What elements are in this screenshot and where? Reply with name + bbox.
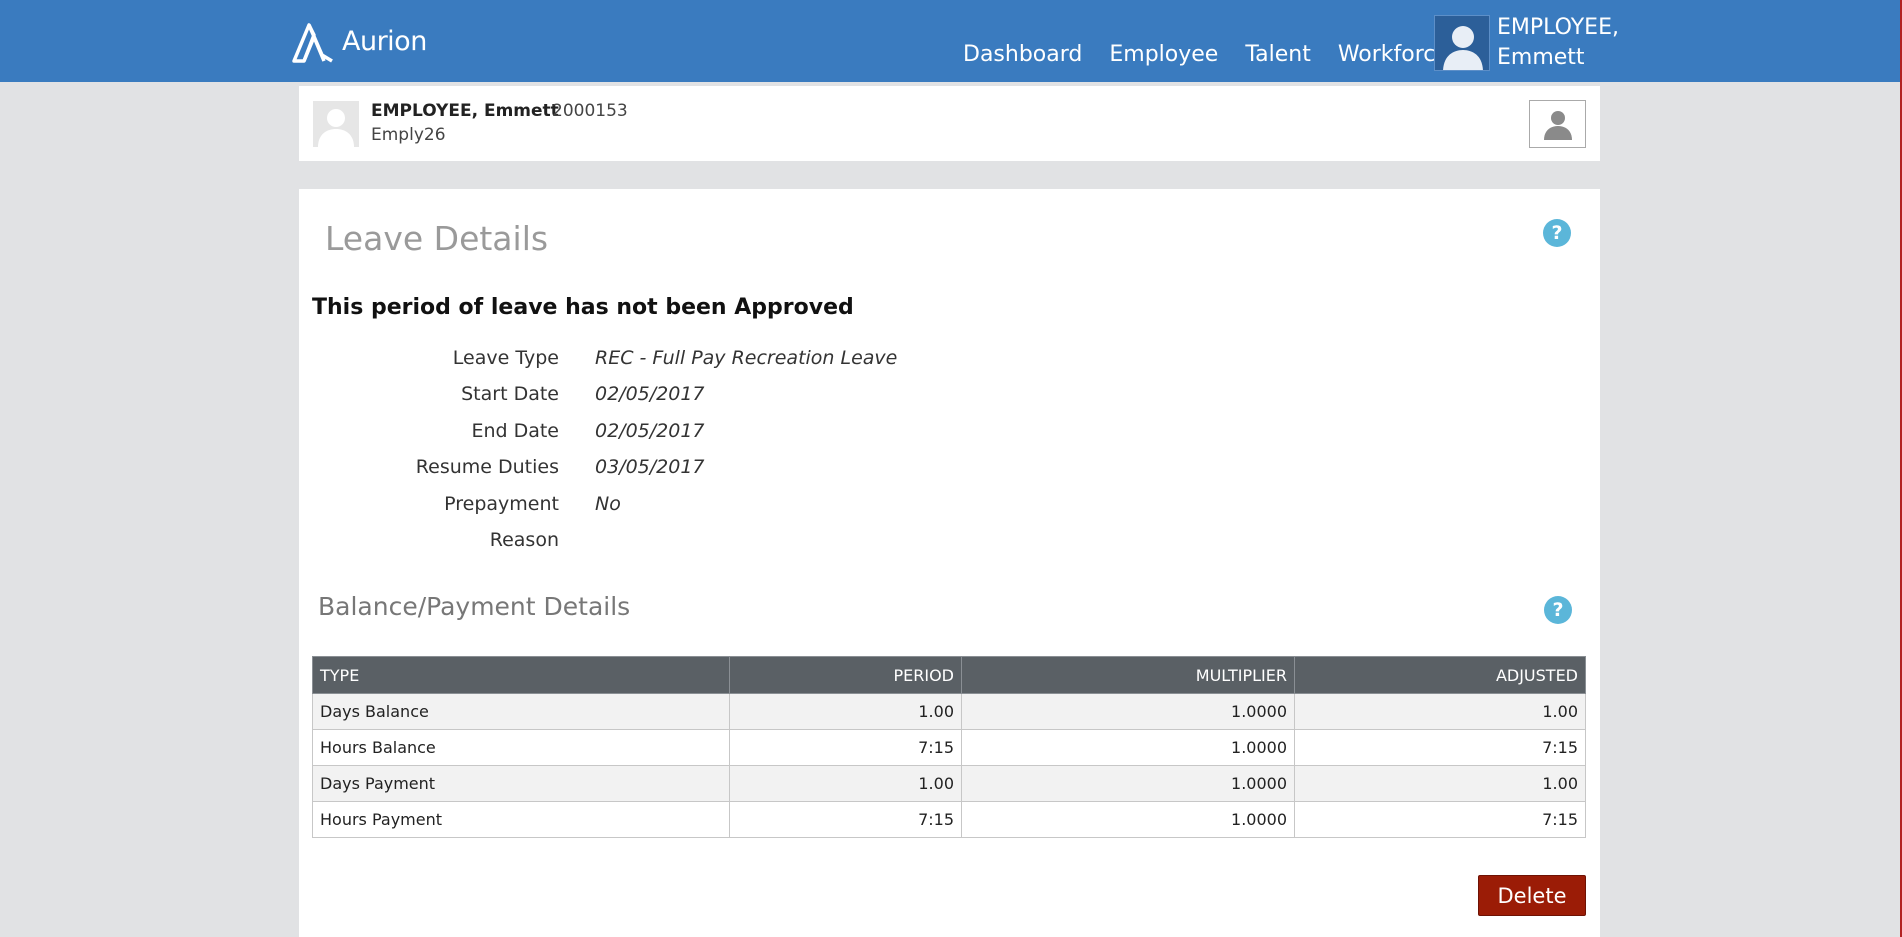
- cell-period: 1.00: [729, 765, 962, 802]
- table-row: Hours Balance 7:15 1.0000 7:15: [312, 729, 1586, 766]
- approval-status-message: This period of leave has not been Approv…: [312, 295, 854, 320]
- cell-type: Days Balance: [312, 693, 730, 730]
- field-reason: Reason: [299, 529, 1099, 559]
- employee-header: EMPLOYEE, Emmett 2000153 Emply26: [299, 86, 1600, 161]
- employee-id: 2000153: [552, 101, 628, 121]
- field-value: 02/05/2017: [595, 383, 705, 405]
- help-icon[interactable]: ?: [1543, 219, 1571, 247]
- nav-dashboard[interactable]: Dashboard: [963, 42, 1082, 67]
- column-header-multiplier: MULTIPLIER: [961, 656, 1295, 694]
- cell-multiplier: 1.0000: [961, 729, 1295, 766]
- column-header-period: PERIOD: [729, 656, 962, 694]
- cell-period: 7:15: [729, 729, 962, 766]
- field-label: Leave Type: [452, 347, 559, 369]
- cell-multiplier: 1.0000: [961, 693, 1295, 730]
- table-row: Hours Payment 7:15 1.0000 7:15: [312, 801, 1586, 838]
- help-icon[interactable]: ?: [1544, 596, 1572, 624]
- field-label: End Date: [471, 420, 559, 442]
- leave-details-panel: Leave Details ? This period of leave has…: [299, 189, 1600, 937]
- logo-text: Aurion: [342, 25, 427, 57]
- field-resume-duties: Resume Duties 03/05/2017: [299, 456, 1099, 486]
- cell-type: Hours Balance: [312, 729, 730, 766]
- employee-thumbnail: [313, 101, 359, 147]
- nav-talent[interactable]: Talent: [1245, 42, 1311, 67]
- cell-adjusted: 1.00: [1294, 693, 1586, 730]
- page-title: Leave Details: [325, 219, 549, 258]
- field-prepayment: Prepayment No: [299, 493, 1099, 523]
- table-row: Days Balance 1.00 1.0000 1.00: [312, 693, 1586, 730]
- field-label: Resume Duties: [415, 456, 559, 478]
- cell-adjusted: 7:15: [1294, 801, 1586, 838]
- field-label: Reason: [489, 529, 559, 551]
- nav-employee[interactable]: Employee: [1109, 42, 1218, 67]
- user-avatar[interactable]: [1434, 15, 1490, 71]
- balance-section-title: Balance/Payment Details: [318, 592, 631, 621]
- aurion-logo-icon: [292, 23, 333, 63]
- nav-workforce[interactable]: Workforce: [1338, 42, 1449, 67]
- field-value: REC - Full Pay Recreation Leave: [595, 347, 898, 369]
- cell-multiplier: 1.0000: [961, 801, 1295, 838]
- cell-type: Hours Payment: [312, 801, 730, 838]
- person-icon: [1543, 111, 1572, 140]
- cell-period: 7:15: [729, 801, 962, 838]
- field-label: Start Date: [461, 383, 559, 405]
- cell-type: Days Payment: [312, 765, 730, 802]
- balance-table: TYPE PERIOD MULTIPLIER ADJUSTED Days Bal…: [312, 656, 1586, 838]
- user-name-line2: Emmett: [1497, 45, 1585, 70]
- table-header-row: TYPE PERIOD MULTIPLIER ADJUSTED: [312, 656, 1586, 694]
- field-value: 02/05/2017: [595, 420, 705, 442]
- field-value: 03/05/2017: [595, 456, 705, 478]
- field-label: Prepayment: [444, 493, 559, 515]
- main-nav: Dashboard Employee Talent Workforce: [963, 42, 1449, 67]
- user-name-menu[interactable]: EMPLOYEE, Emmett: [1497, 13, 1619, 73]
- cell-period: 1.00: [729, 693, 962, 730]
- delete-button[interactable]: Delete: [1478, 875, 1586, 916]
- user-silhouette-icon: [1443, 26, 1483, 70]
- field-end-date: End Date 02/05/2017: [299, 420, 1099, 450]
- column-header-adjusted: ADJUSTED: [1294, 656, 1586, 694]
- column-header-type: TYPE: [312, 656, 730, 694]
- employee-photo-button[interactable]: [1529, 100, 1586, 148]
- top-nav-bar: Aurion Dashboard Employee Talent Workfor…: [0, 0, 1900, 82]
- field-start-date: Start Date 02/05/2017: [299, 383, 1099, 413]
- cell-adjusted: 7:15: [1294, 729, 1586, 766]
- field-value: No: [595, 493, 621, 515]
- app-logo[interactable]: Aurion: [292, 18, 427, 64]
- employee-silhouette-icon: [318, 109, 354, 147]
- cell-adjusted: 1.00: [1294, 765, 1586, 802]
- employee-username: Emply26: [371, 125, 446, 145]
- field-leave-type: Leave Type REC - Full Pay Recreation Lea…: [299, 347, 1099, 377]
- table-row: Days Payment 1.00 1.0000 1.00: [312, 765, 1586, 802]
- cell-multiplier: 1.0000: [961, 765, 1295, 802]
- user-name-line1: EMPLOYEE,: [1497, 15, 1619, 40]
- employee-name: EMPLOYEE, Emmett: [371, 101, 559, 121]
